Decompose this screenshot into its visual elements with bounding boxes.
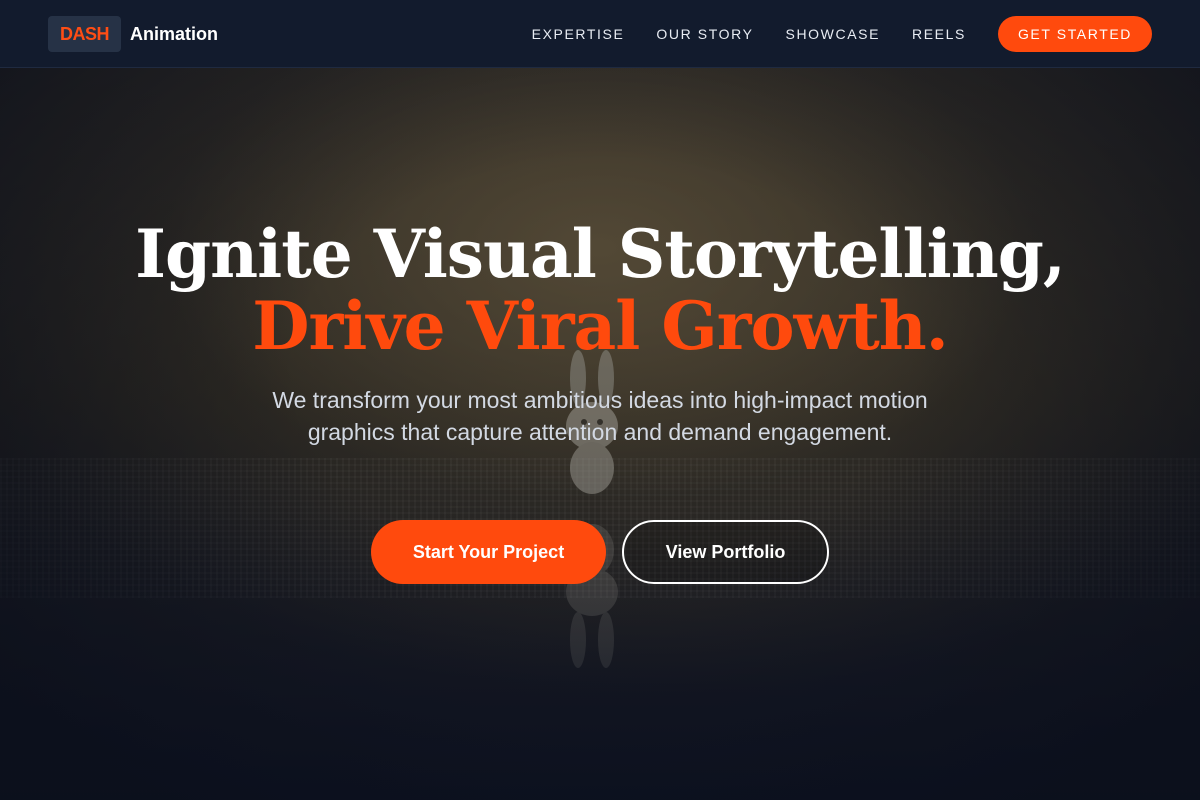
nav-item-our-story[interactable]: OUR STORY bbox=[656, 26, 753, 42]
brand-badge: DASH bbox=[48, 16, 122, 52]
hero-title-line-2: Drive Viral Growth. bbox=[252, 287, 949, 365]
main-nav: EXPERTISE OUR STORY SHOWCASE REELS GET S… bbox=[532, 16, 1152, 52]
hero-subtitle: We transform your most ambitious ideas i… bbox=[272, 387, 928, 445]
hero-section: Ignite Visual Storytelling, Drive Viral … bbox=[0, 68, 1200, 800]
brand-name: Animation bbox=[130, 23, 219, 44]
site-header: DASH Animation EXPERTISE OUR STORY SHOWC… bbox=[0, 0, 1200, 68]
nav-item-reels[interactable]: REELS bbox=[912, 26, 966, 42]
hero-title: Ignite Visual Storytelling, Drive Viral … bbox=[0, 218, 1200, 362]
hero-button-row: Start Your Project View Portfolio bbox=[0, 520, 1200, 584]
brand-logo[interactable]: DASH Animation bbox=[48, 16, 218, 52]
nav-item-showcase[interactable]: SHOWCASE bbox=[786, 26, 880, 42]
nav-item-expertise[interactable]: EXPERTISE bbox=[532, 26, 625, 42]
hero-title-line-1: Ignite Visual Storytelling, bbox=[135, 215, 1066, 293]
get-started-button[interactable]: GET STARTED bbox=[997, 16, 1152, 52]
view-portfolio-button[interactable]: View Portfolio bbox=[622, 520, 829, 584]
start-project-button[interactable]: Start Your Project bbox=[371, 520, 606, 584]
